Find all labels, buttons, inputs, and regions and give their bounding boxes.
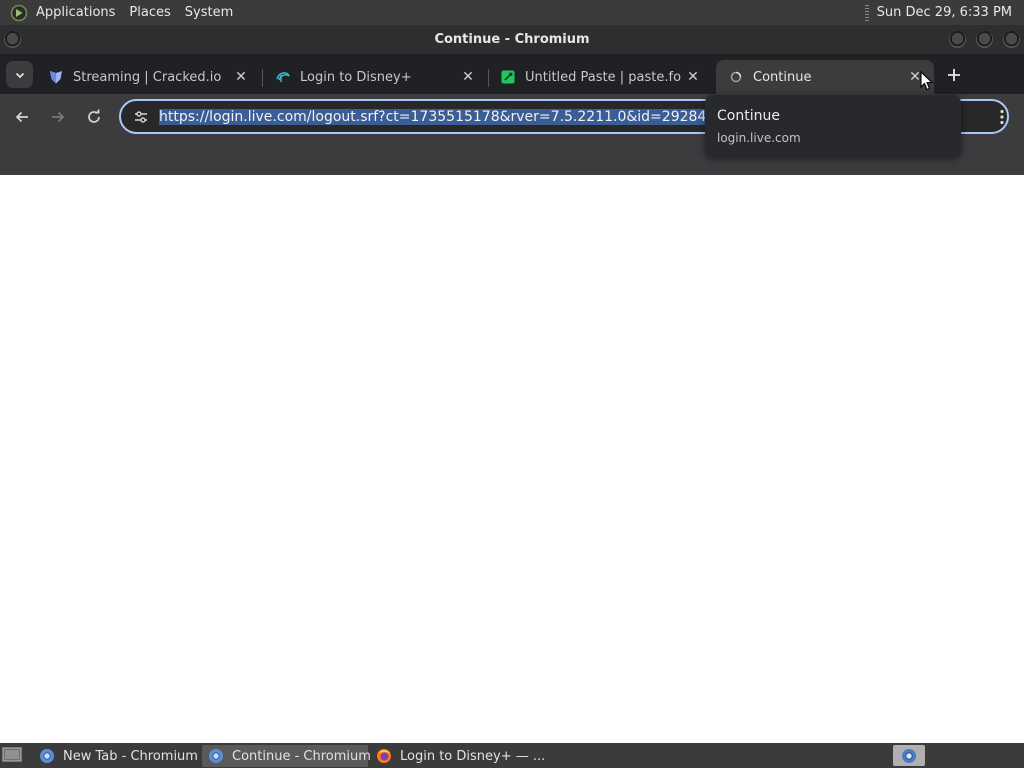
plus-icon (948, 69, 960, 81)
hover-card-title: Continue (717, 108, 780, 124)
top-panel: Applications Places System Sun Dec 29, 6… (0, 0, 1024, 25)
window-titlebar[interactable]: Continue - Chromium (0, 25, 1024, 54)
back-button[interactable] (10, 105, 34, 129)
tab-paste[interactable]: Untitled Paste | paste.fo ✕ (488, 60, 712, 94)
site-settings-icon[interactable] (131, 107, 151, 127)
url-text[interactable]: https://login.live.com/logout.srf?ct=173… (159, 108, 707, 125)
chromium-icon (208, 748, 224, 764)
arrow-right-icon (52, 111, 65, 123)
tab-close-icon[interactable]: ✕ (232, 68, 250, 86)
tray-chromium-icon[interactable] (893, 745, 925, 766)
tab-hover-card: Continue login.live.com (705, 95, 961, 157)
taskbar-item-label: New Tab - Chromium (63, 748, 198, 764)
tab-cracked[interactable]: Streaming | Cracked.io ✕ (36, 60, 260, 94)
tab-title: Login to Disney+ (300, 69, 412, 85)
tab-disney[interactable]: Login to Disney+ ✕ (263, 60, 487, 94)
tab-close-icon[interactable]: ✕ (684, 68, 702, 86)
firefox-icon (376, 748, 392, 764)
chromium-icon (39, 748, 55, 764)
panel-drag-handle (864, 4, 869, 21)
browser-menu-button[interactable] (990, 105, 1014, 129)
tab-title: Streaming | Cracked.io (73, 69, 222, 85)
mouse-cursor-icon (920, 71, 934, 91)
paste-icon (500, 69, 516, 85)
loading-globe-icon (728, 69, 744, 85)
taskbar-item-label: Login to Disney+ — ... (400, 748, 546, 764)
window-menu-button[interactable] (4, 31, 21, 48)
system-menu[interactable]: System (178, 0, 240, 25)
new-tab-button[interactable] (942, 63, 966, 87)
bottom-taskbar: New Tab - Chromium Continue - Chromium L… (0, 743, 1024, 768)
chevron-down-icon (15, 72, 24, 78)
tab-close-icon[interactable]: ✕ (459, 68, 477, 86)
applications-menu[interactable]: Applications (29, 0, 122, 25)
forward-button[interactable] (46, 105, 70, 129)
disney-icon (275, 69, 291, 85)
hover-card-domain: login.live.com (717, 131, 801, 145)
reload-button[interactable] (82, 105, 106, 129)
tab-strip: Streaming | Cracked.io ✕ Login to Disney… (0, 54, 1024, 94)
page-content[interactable] (0, 175, 1024, 743)
distro-logo-icon[interactable] (9, 3, 29, 23)
tab-continue[interactable]: Continue ✕ (716, 60, 934, 94)
tab-search-button[interactable] (6, 61, 33, 88)
cracked-shield-icon (48, 69, 64, 85)
show-desktop-icon[interactable] (2, 747, 22, 764)
maximize-button[interactable] (976, 31, 993, 48)
arrow-left-icon (15, 111, 28, 123)
taskbar-item-new-tab[interactable]: New Tab - Chromium (33, 745, 199, 767)
panel-clock[interactable]: Sun Dec 29, 6:33 PM (877, 5, 1012, 20)
window-title: Continue - Chromium (434, 32, 590, 47)
more-vertical-icon (1000, 109, 1004, 125)
taskbar-item-label: Continue - Chromium (232, 748, 371, 764)
tab-title: Untitled Paste | paste.fo (525, 69, 682, 85)
selected-url[interactable]: https://login.live.com/logout.srf?ct=173… (159, 108, 707, 125)
tab-title: Continue (753, 69, 812, 85)
minimize-button[interactable] (949, 31, 966, 48)
window-close-button[interactable] (1003, 31, 1020, 48)
taskbar-item-continue[interactable]: Continue - Chromium (202, 745, 371, 767)
reload-icon (88, 109, 100, 123)
places-menu[interactable]: Places (122, 0, 177, 25)
taskbar-item-disney[interactable]: Login to Disney+ — ... (370, 745, 545, 767)
